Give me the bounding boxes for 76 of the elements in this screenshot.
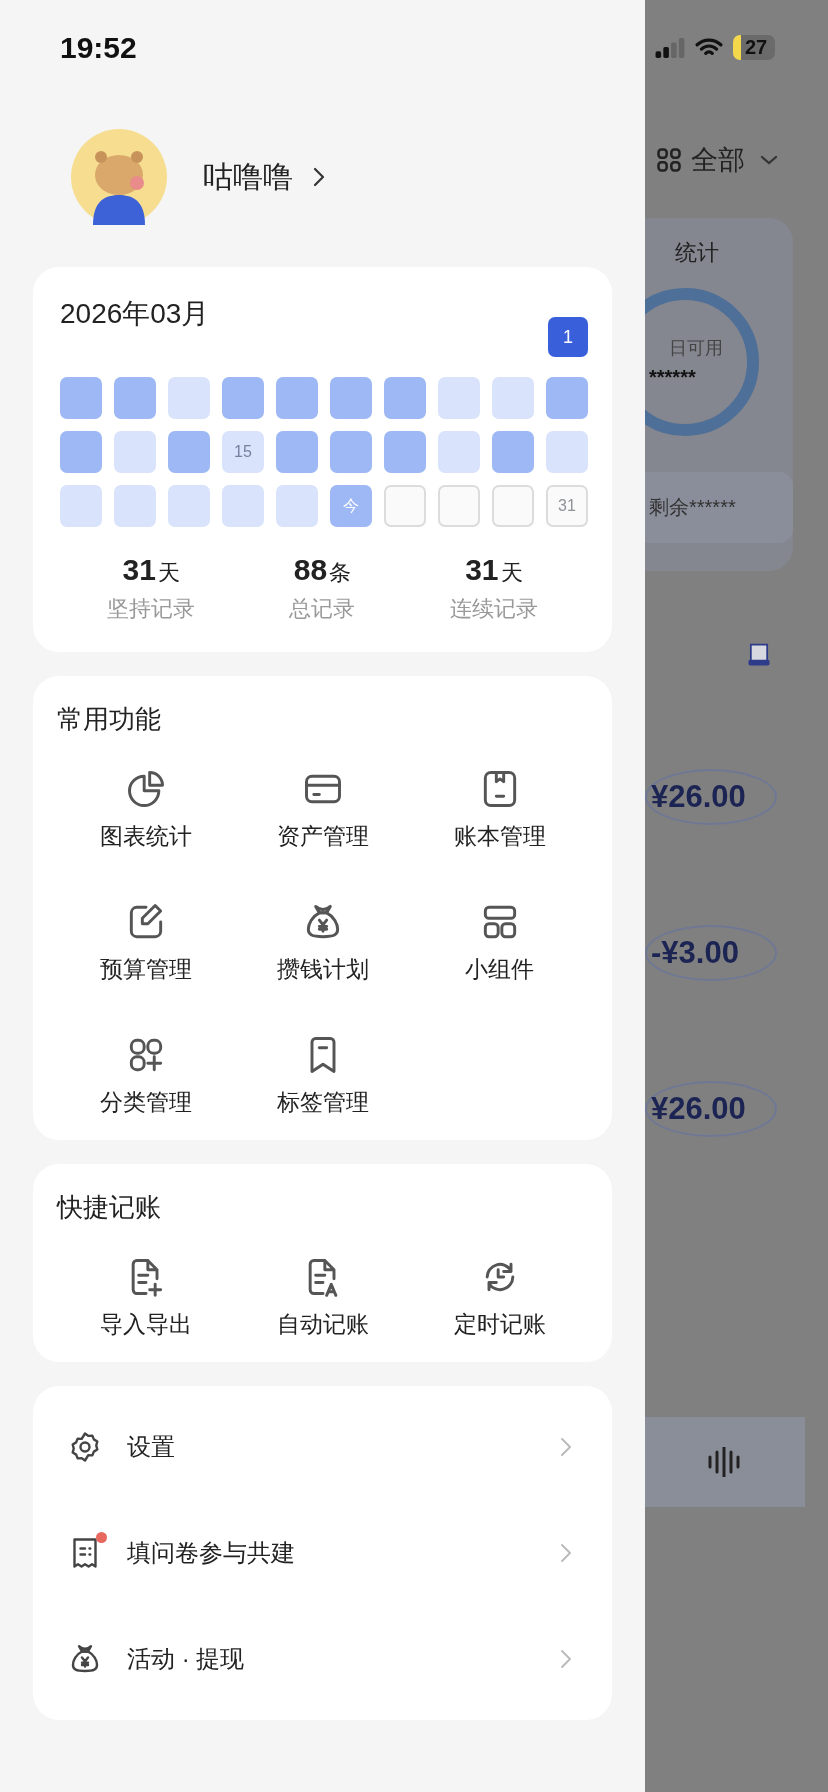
feature-label[interactable]: 标签管理 bbox=[276, 1087, 369, 1118]
section-title: 快捷记账 bbox=[57, 1191, 162, 1224]
menu-item[interactable]: 设置 bbox=[33, 1394, 612, 1500]
stat-value: 88 bbox=[293, 553, 328, 587]
calendar-day[interactable] bbox=[60, 377, 102, 419]
feature-label[interactable]: 预算管理 bbox=[99, 954, 192, 985]
calendar-day[interactable] bbox=[168, 431, 210, 473]
available-label: 日可用 bbox=[669, 337, 723, 360]
chevron-right-icon bbox=[560, 1437, 572, 1457]
stat-unit: 条 bbox=[329, 559, 352, 587]
section-title: 常用功能 bbox=[57, 703, 162, 736]
calendar-day[interactable] bbox=[168, 485, 210, 527]
calendar-day[interactable] bbox=[384, 431, 426, 473]
filter-dropdown[interactable]: 全部 bbox=[645, 142, 828, 178]
stat-unit: 天 bbox=[500, 559, 523, 587]
calendar-day[interactable] bbox=[546, 377, 588, 419]
stat-label: 总记录 bbox=[289, 595, 356, 623]
calendar-day[interactable] bbox=[114, 377, 156, 419]
feature-label[interactable]: 小组件 bbox=[465, 954, 534, 985]
calendar-day[interactable] bbox=[276, 431, 318, 473]
stat-label: 连续记录 bbox=[449, 595, 538, 623]
profile-name[interactable]: 咕噜噜 bbox=[203, 156, 293, 198]
stat-unit: 天 bbox=[157, 559, 180, 587]
calendar-day[interactable] bbox=[222, 485, 264, 527]
calendar-day[interactable] bbox=[168, 377, 210, 419]
menu-item[interactable]: 活动 · 提现 bbox=[33, 1606, 612, 1712]
available-value: ****** bbox=[649, 366, 696, 389]
dimmed-background[interactable]: 27 全部 统计 日可用 ****** 剩余****** ¥26.00 -¥3.00 ¥26.00 bbox=[645, 0, 828, 1792]
sound-wave-icon bbox=[707, 1447, 743, 1477]
avatar[interactable] bbox=[71, 129, 167, 225]
grid-icon bbox=[655, 146, 683, 174]
calendar-day[interactable] bbox=[60, 431, 102, 473]
calendar-day[interactable] bbox=[114, 431, 156, 473]
calendar-day[interactable] bbox=[384, 377, 426, 419]
battery-indicator: 27 bbox=[733, 35, 776, 60]
feature-label[interactable]: 导入导出 bbox=[99, 1309, 192, 1340]
feature-label[interactable]: 资产管理 bbox=[276, 821, 369, 852]
stat-value: 31 bbox=[122, 553, 156, 587]
feature-label[interactable]: 定时记账 bbox=[453, 1309, 546, 1340]
voice-button[interactable] bbox=[645, 1417, 805, 1507]
calendar-day[interactable] bbox=[276, 485, 318, 527]
chevron-right-icon[interactable] bbox=[313, 167, 325, 187]
stat-label: 坚持记录 bbox=[107, 595, 196, 623]
feature-label[interactable]: 分类管理 bbox=[99, 1087, 192, 1118]
chevron-down-icon bbox=[759, 154, 779, 166]
calendar-day[interactable] bbox=[222, 377, 264, 419]
stat-value: 31 bbox=[465, 553, 499, 587]
remaining-amount: 剩余****** bbox=[645, 472, 793, 543]
calendar-day[interactable] bbox=[276, 377, 318, 419]
calendar-day[interactable] bbox=[330, 377, 372, 419]
calendar-day[interactable] bbox=[114, 485, 156, 527]
feature-label[interactable]: 图表统计 bbox=[99, 821, 192, 852]
calendar-day[interactable] bbox=[438, 485, 480, 527]
amount-label: ¥26.00 bbox=[645, 1081, 777, 1137]
signal-icon bbox=[655, 37, 685, 58]
feature-label[interactable]: 账本管理 bbox=[453, 821, 546, 852]
chevron-right-icon bbox=[560, 1543, 572, 1563]
feature-label[interactable]: 自动记账 bbox=[276, 1309, 369, 1340]
calendar-day[interactable] bbox=[492, 485, 534, 527]
month-title: 2026年03月 bbox=[60, 297, 211, 331]
status-time: 19:52 bbox=[60, 30, 137, 65]
calendar-day[interactable] bbox=[492, 377, 534, 419]
calendar-day[interactable] bbox=[384, 485, 426, 527]
calendar-day[interactable] bbox=[438, 377, 480, 419]
chevron-right-icon bbox=[560, 1649, 572, 1669]
menu-item[interactable]: 填问卷参与共建 bbox=[33, 1500, 612, 1606]
amount-label: -¥3.00 bbox=[645, 925, 777, 981]
feature-label[interactable]: 攒钱计划 bbox=[276, 954, 369, 985]
calendar-day[interactable] bbox=[492, 431, 534, 473]
amount-label: ¥26.00 bbox=[645, 769, 777, 825]
calendar-day[interactable] bbox=[438, 431, 480, 473]
calendar-day[interactable]: 1 bbox=[548, 317, 588, 357]
calendar-day[interactable] bbox=[546, 431, 588, 473]
stats-link[interactable]: 统计 bbox=[675, 240, 719, 265]
calendar-day[interactable] bbox=[60, 485, 102, 527]
calendar-day[interactable] bbox=[330, 431, 372, 473]
